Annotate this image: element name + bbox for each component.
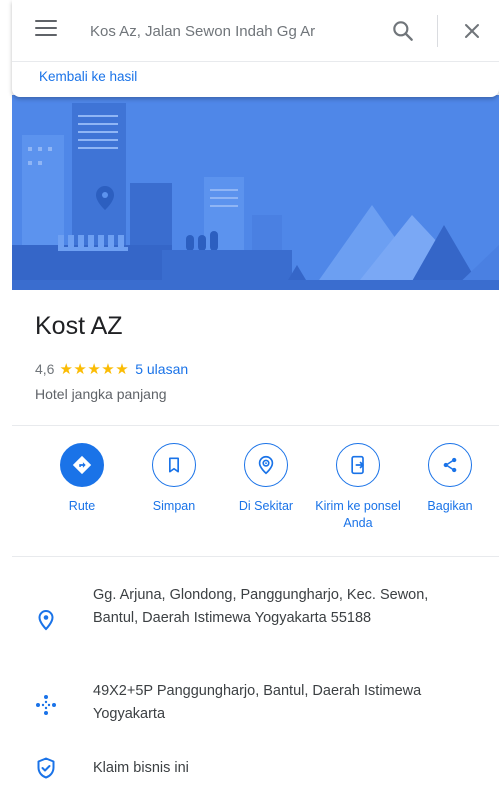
rating-value: 4,6 [35,361,55,377]
plus-code-text: 49X2+5P Panggungharjo, Bantul, Daerah Is… [93,683,422,722]
send-to-phone-icon [336,443,380,487]
menu-icon[interactable] [35,20,57,40]
send-to-phone-label: Kirim ke ponsel Anda [315,499,401,530]
back-to-results-link[interactable]: Kembali ke hasil [39,69,137,84]
search-input[interactable] [90,18,352,44]
share-button[interactable]: Bagikan [402,443,498,515]
action-bar: Rute Simpan Di Sekitar Kirim ke ponsel A… [12,443,499,543]
directions-button[interactable]: Rute [34,443,130,515]
address-row[interactable]: Gg. Arjuna, Glondong, Panggungharjo, Kec… [12,584,499,659]
save-label: Simpan [152,499,196,513]
place-hero-image[interactable] [12,95,499,290]
location-pin-icon [34,608,58,632]
search-divider [437,15,438,47]
search-bar [12,0,499,62]
directions-label: Rute [68,499,96,513]
directions-icon [60,443,104,487]
place-title: Kost AZ [35,312,123,340]
shield-check-icon [34,756,58,780]
plus-code-row[interactable]: 49X2+5P Panggungharjo, Bantul, Daerah Is… [12,680,499,730]
claim-business-text: Klaim bisnis ini [93,760,189,776]
star-rating: ★★★★★ [59,361,130,378]
send-to-phone-button[interactable]: Kirim ke ponsel Anda [310,443,406,532]
city-illustration [12,95,499,290]
save-button[interactable]: Simpan [126,443,222,515]
share-label: Bagikan [427,499,473,513]
search-card: Kembali ke hasil [12,0,499,97]
claim-business-row[interactable]: Klaim bisnis ini [12,756,499,782]
divider [12,556,499,557]
search-icon[interactable] [390,18,416,44]
share-icon [428,443,472,487]
nearby-label: Di Sekitar [238,499,294,513]
plus-code-icon [34,693,58,717]
close-icon[interactable] [460,19,484,43]
address-text: Gg. Arjuna, Glondong, Panggungharjo, Kec… [93,587,429,626]
divider [12,425,499,426]
reviews-link[interactable]: 5 ulasan [135,361,188,377]
nearby-button[interactable]: Di Sekitar [218,443,314,515]
nearby-icon [244,443,288,487]
rating-row: 4,6 ★★★★★ 5 ulasan [35,359,188,379]
place-category: Hotel jangka panjang [35,386,167,402]
bookmark-icon [152,443,196,487]
